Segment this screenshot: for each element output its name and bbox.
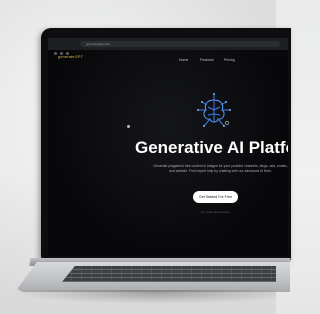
photo-scene: generatebgpt.com generateGPT Home Featur… <box>0 0 291 314</box>
nav-link-home[interactable]: Home <box>179 58 188 62</box>
hero-subtitle: Generate plagiarism free content & image… <box>153 164 288 173</box>
site-logo[interactable]: generateGPT <box>58 54 83 59</box>
nav-link-pricing[interactable]: Pricing <box>224 58 235 62</box>
browser-chrome: generatebgpt.com <box>48 38 288 55</box>
desk-shadow <box>10 290 276 304</box>
brain-circuit-icon <box>197 93 231 127</box>
cta-note: No credit card required <box>201 210 230 214</box>
decorative-dot <box>127 125 130 128</box>
laptop-screen: generatebgpt.com generateGPT Home Featur… <box>48 38 288 256</box>
site-navbar: generateGPT <box>48 50 288 68</box>
keyboard-rows <box>62 266 276 282</box>
nav-link-features[interactable]: Features <box>200 58 214 62</box>
hero-title: Generative AI Platfor <box>135 138 288 157</box>
url-bar[interactable]: generatebgpt.com <box>80 41 280 47</box>
get-started-button[interactable]: Get Started For Free <box>193 191 238 203</box>
